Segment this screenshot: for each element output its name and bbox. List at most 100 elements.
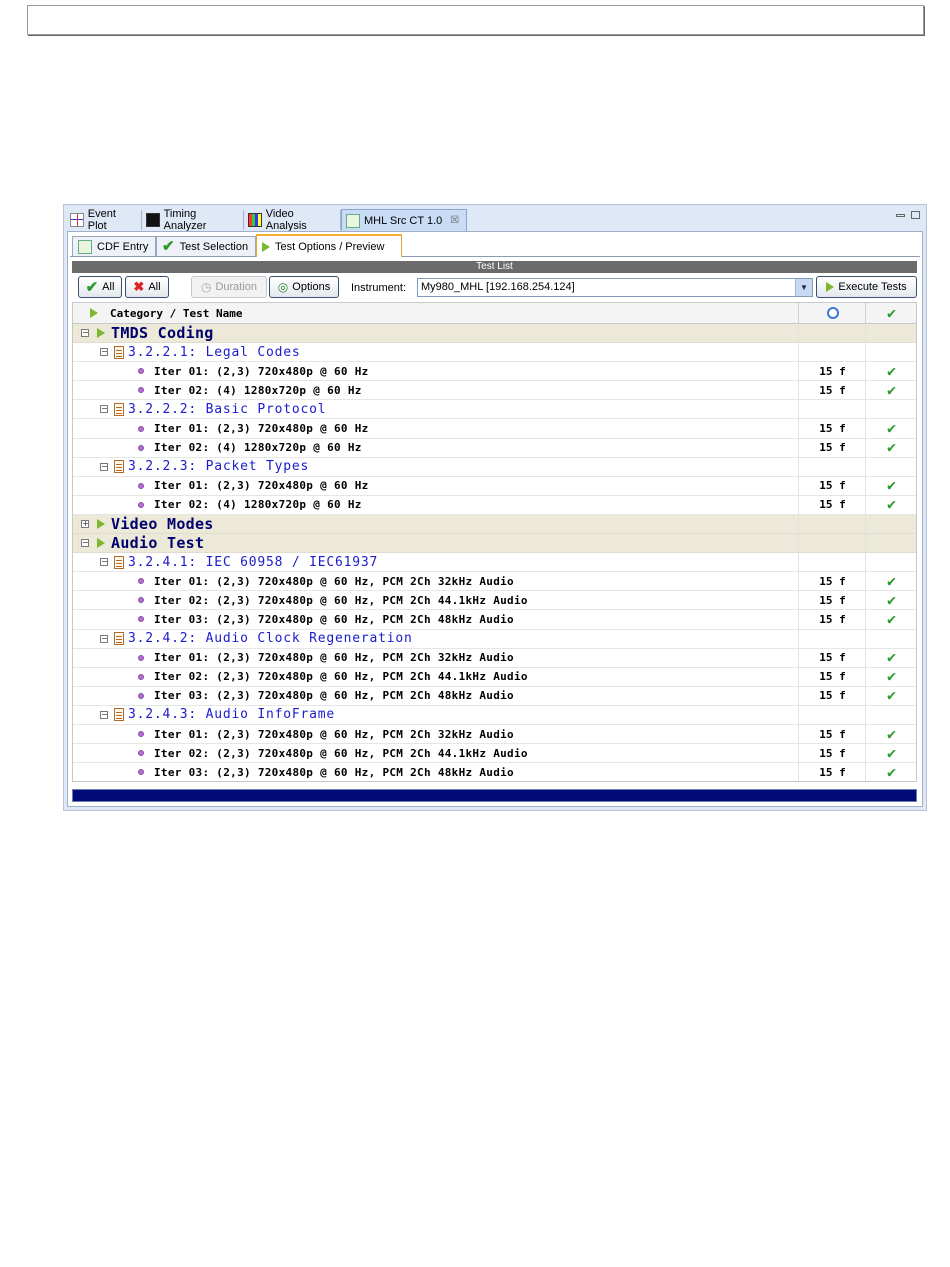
tab-label: Timing Analyzer xyxy=(163,208,207,232)
instrument-select[interactable]: My980_MHL [192.168.254.124] ▼ xyxy=(417,278,813,297)
pass-cell: ✔ xyxy=(865,667,916,686)
button-label: Duration xyxy=(215,281,258,293)
collapse-icon[interactable]: − xyxy=(100,462,108,471)
column-header-name[interactable]: Category / Test Name xyxy=(73,303,798,323)
select-all-button[interactable]: ✔ All xyxy=(78,276,122,298)
test-document-icon xyxy=(114,555,124,569)
duration-cell xyxy=(798,324,866,343)
tab-cdf-entry[interactable]: CDF Entry xyxy=(72,236,156,256)
name-cell: Iter 03: (2,3) 720x480p @ 60 Hz, PCM 2Ch… xyxy=(73,687,798,705)
test-iteration-name: Iter 02: (2,3) 720x480p @ 60 Hz, PCM 2Ch… xyxy=(154,746,528,760)
play-icon xyxy=(262,241,270,252)
collapse-icon[interactable]: − xyxy=(100,634,108,643)
test-document-icon xyxy=(114,345,124,359)
test-group-name: 3.2.2.2: Basic Protocol xyxy=(128,401,327,417)
test-iteration-row[interactable]: Iter 02: (2,3) 720x480p @ 60 Hz, PCM 2Ch… xyxy=(73,591,916,611)
test-iteration-name: Iter 02: (2,3) 720x480p @ 60 Hz, PCM 2Ch… xyxy=(154,670,528,684)
name-cell: + Video Modes xyxy=(73,515,798,533)
category-row[interactable]: − Audio Test xyxy=(73,534,916,554)
duration-cell xyxy=(798,553,866,572)
name-cell: − TMDS Coding xyxy=(73,324,798,342)
pass-cell: ✔ xyxy=(865,419,916,438)
test-document-icon xyxy=(114,402,124,416)
test-iteration-row[interactable]: Iter 03: (2,3) 720x480p @ 60 Hz, PCM 2Ch… xyxy=(73,610,916,630)
test-group-row[interactable]: − 3.2.2.1: Legal Codes xyxy=(73,343,916,363)
test-iteration-row[interactable]: Iter 02: (2,3) 720x480p @ 60 Hz, PCM 2Ch… xyxy=(73,667,916,687)
test-iteration-row[interactable]: Iter 01: (2,3) 720x480p @ 60 Hz 15 f ✔ xyxy=(73,419,916,439)
test-iteration-row[interactable]: Iter 02: (4) 1280x720p @ 60 Hz 15 f ✔ xyxy=(73,381,916,401)
pass-cell xyxy=(865,343,916,362)
test-group-row[interactable]: − 3.2.2.3: Packet Types xyxy=(73,457,916,477)
collapse-icon[interactable]: − xyxy=(100,558,108,567)
test-iteration-row[interactable]: Iter 03: (2,3) 720x480p @ 60 Hz, PCM 2Ch… xyxy=(73,686,916,706)
collapse-icon[interactable]: − xyxy=(81,329,89,338)
tab-event-plot[interactable]: Event Plot xyxy=(66,208,142,232)
cdf-entry-icon xyxy=(78,239,92,254)
test-group-row[interactable]: − 3.2.4.2: Audio Clock Regeneration xyxy=(73,629,916,649)
collapse-icon[interactable]: − xyxy=(100,405,108,414)
tab-video-analysis[interactable]: Video Analysis xyxy=(244,208,341,232)
tab-test-options-preview[interactable]: Test Options / Preview xyxy=(256,234,402,257)
tab-timing-analyzer[interactable]: Timing Analyzer xyxy=(142,208,244,232)
test-iteration-row[interactable]: Iter 02: (4) 1280x720p @ 60 Hz 15 f ✔ xyxy=(73,495,916,515)
pass-cell: ✔ xyxy=(865,744,916,763)
collapse-icon[interactable]: − xyxy=(81,539,89,548)
column-header-pass[interactable]: ✔ xyxy=(865,303,916,323)
test-iteration-row[interactable]: Iter 01: (2,3) 720x480p @ 60 Hz, PCM 2Ch… xyxy=(73,724,916,745)
duration-cell: 15 f xyxy=(798,362,866,381)
bullet-icon xyxy=(138,654,144,661)
minimize-icon[interactable] xyxy=(896,214,905,217)
expand-icon[interactable]: + xyxy=(81,519,89,528)
checkmark-icon: ✔ xyxy=(162,238,175,255)
name-cell: Iter 01: (2,3) 720x480p @ 60 Hz xyxy=(73,477,798,495)
duration-cell xyxy=(798,400,866,419)
button-label: All xyxy=(148,281,161,293)
checkmark-icon: ✔ xyxy=(886,571,897,590)
name-cell: Iter 02: (4) 1280x720p @ 60 Hz xyxy=(73,496,798,514)
duration-cell: 15 f xyxy=(798,648,866,667)
pass-cell: ✔ xyxy=(865,476,916,495)
test-iteration-row[interactable]: Iter 01: (2,3) 720x480p @ 60 Hz 15 f ✔ xyxy=(73,476,916,496)
duration-button[interactable]: ◷ Duration xyxy=(191,276,267,298)
column-header-label: Category / Test Name xyxy=(110,306,243,320)
collapse-icon[interactable]: − xyxy=(100,348,108,357)
test-iteration-row[interactable]: Iter 02: (4) 1280x720p @ 60 Hz 15 f ✔ xyxy=(73,438,916,458)
category-row[interactable]: − TMDS Coding xyxy=(73,324,916,344)
category-row[interactable]: + Video Modes xyxy=(73,514,916,535)
execute-tests-button[interactable]: Execute Tests xyxy=(816,276,917,298)
collapse-icon[interactable]: − xyxy=(100,710,108,719)
test-iteration-row[interactable]: Iter 01: (2,3) 720x480p @ 60 Hz, PCM 2Ch… xyxy=(73,648,916,668)
test-group-row[interactable]: − 3.2.2.2: Basic Protocol xyxy=(73,400,916,420)
duration-cell: 15 f xyxy=(798,476,866,495)
test-group-row[interactable]: − 3.2.4.3: Audio InfoFrame xyxy=(73,705,916,725)
duration-cell xyxy=(798,514,866,534)
duration-value: 15 f xyxy=(819,383,846,397)
name-cell: Iter 02: (4) 1280x720p @ 60 Hz xyxy=(73,439,798,457)
tab-mhl-src-ct[interactable]: MHL Src CT 1.0 ☒ xyxy=(341,209,467,231)
duration-cell: 15 f xyxy=(798,591,866,610)
test-iteration-row[interactable]: Iter 02: (2,3) 720x480p @ 60 Hz, PCM 2Ch… xyxy=(73,744,916,764)
options-button[interactable]: ◎ Options xyxy=(269,276,339,298)
close-icon[interactable]: ☒ xyxy=(450,215,459,226)
duration-cell xyxy=(798,457,866,476)
tab-label: CDF Entry xyxy=(97,240,149,253)
duration-value: 15 f xyxy=(819,670,846,684)
name-cell: Iter 01: (2,3) 720x480p @ 60 Hz, PCM 2Ch… xyxy=(73,572,798,590)
tab-test-selection[interactable]: ✔ Test Selection xyxy=(156,236,256,256)
duration-value: 15 f xyxy=(819,441,846,455)
options-icon: ◎ xyxy=(277,280,289,294)
deselect-all-button[interactable]: ✖ All xyxy=(125,276,169,298)
test-group-row[interactable]: − 3.2.4.1: IEC 60958 / IEC61937 xyxy=(73,553,916,573)
name-cell: − 3.2.2.1: Legal Codes xyxy=(73,343,798,361)
pass-cell: ✔ xyxy=(865,610,916,629)
test-iteration-row[interactable]: Iter 03: (2,3) 720x480p @ 60 Hz, PCM 2Ch… xyxy=(73,763,916,781)
test-iteration-row[interactable]: Iter 01: (2,3) 720x480p @ 60 Hz, PCM 2Ch… xyxy=(73,571,916,592)
chevron-down-icon[interactable]: ▼ xyxy=(795,279,812,296)
duration-cell: 15 f xyxy=(798,667,866,686)
maximize-icon[interactable] xyxy=(911,211,920,219)
column-header-duration[interactable] xyxy=(798,303,866,323)
test-iteration-row[interactable]: Iter 01: (2,3) 720x480p @ 60 Hz 15 f ✔ xyxy=(73,362,916,382)
tab-label: Test Selection xyxy=(179,240,249,253)
name-cell: Iter 03: (2,3) 720x480p @ 60 Hz, PCM 2Ch… xyxy=(73,763,798,781)
name-cell: − 3.2.4.2: Audio Clock Regeneration xyxy=(73,630,798,648)
